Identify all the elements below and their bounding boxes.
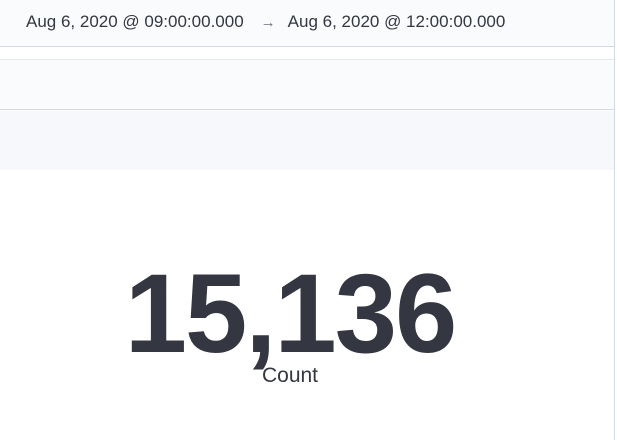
dashboard-page: Aug 6, 2020 @ 09:00:00.000 → Aug 6, 2020… [0, 0, 617, 440]
metric-value: 15,136 [124, 251, 458, 376]
metric-container: 15,136 [0, 258, 580, 370]
toolbar-spacer [0, 111, 614, 170]
metric-panel: 15,136 Count [0, 170, 614, 440]
start-date-button[interactable]: Aug 6, 2020 @ 09:00:00.000 [26, 12, 244, 32]
time-picker-bar: Aug 6, 2020 @ 09:00:00.000 → Aug 6, 2020… [0, 0, 614, 47]
time-range: Aug 6, 2020 @ 09:00:00.000 → Aug 6, 2020… [26, 12, 505, 32]
metric-label: Count [261, 364, 319, 387]
filter-bar[interactable] [0, 59, 614, 110]
end-date-button[interactable]: Aug 6, 2020 @ 12:00:00.000 [288, 12, 506, 32]
arrow-right-icon: → [260, 13, 276, 31]
